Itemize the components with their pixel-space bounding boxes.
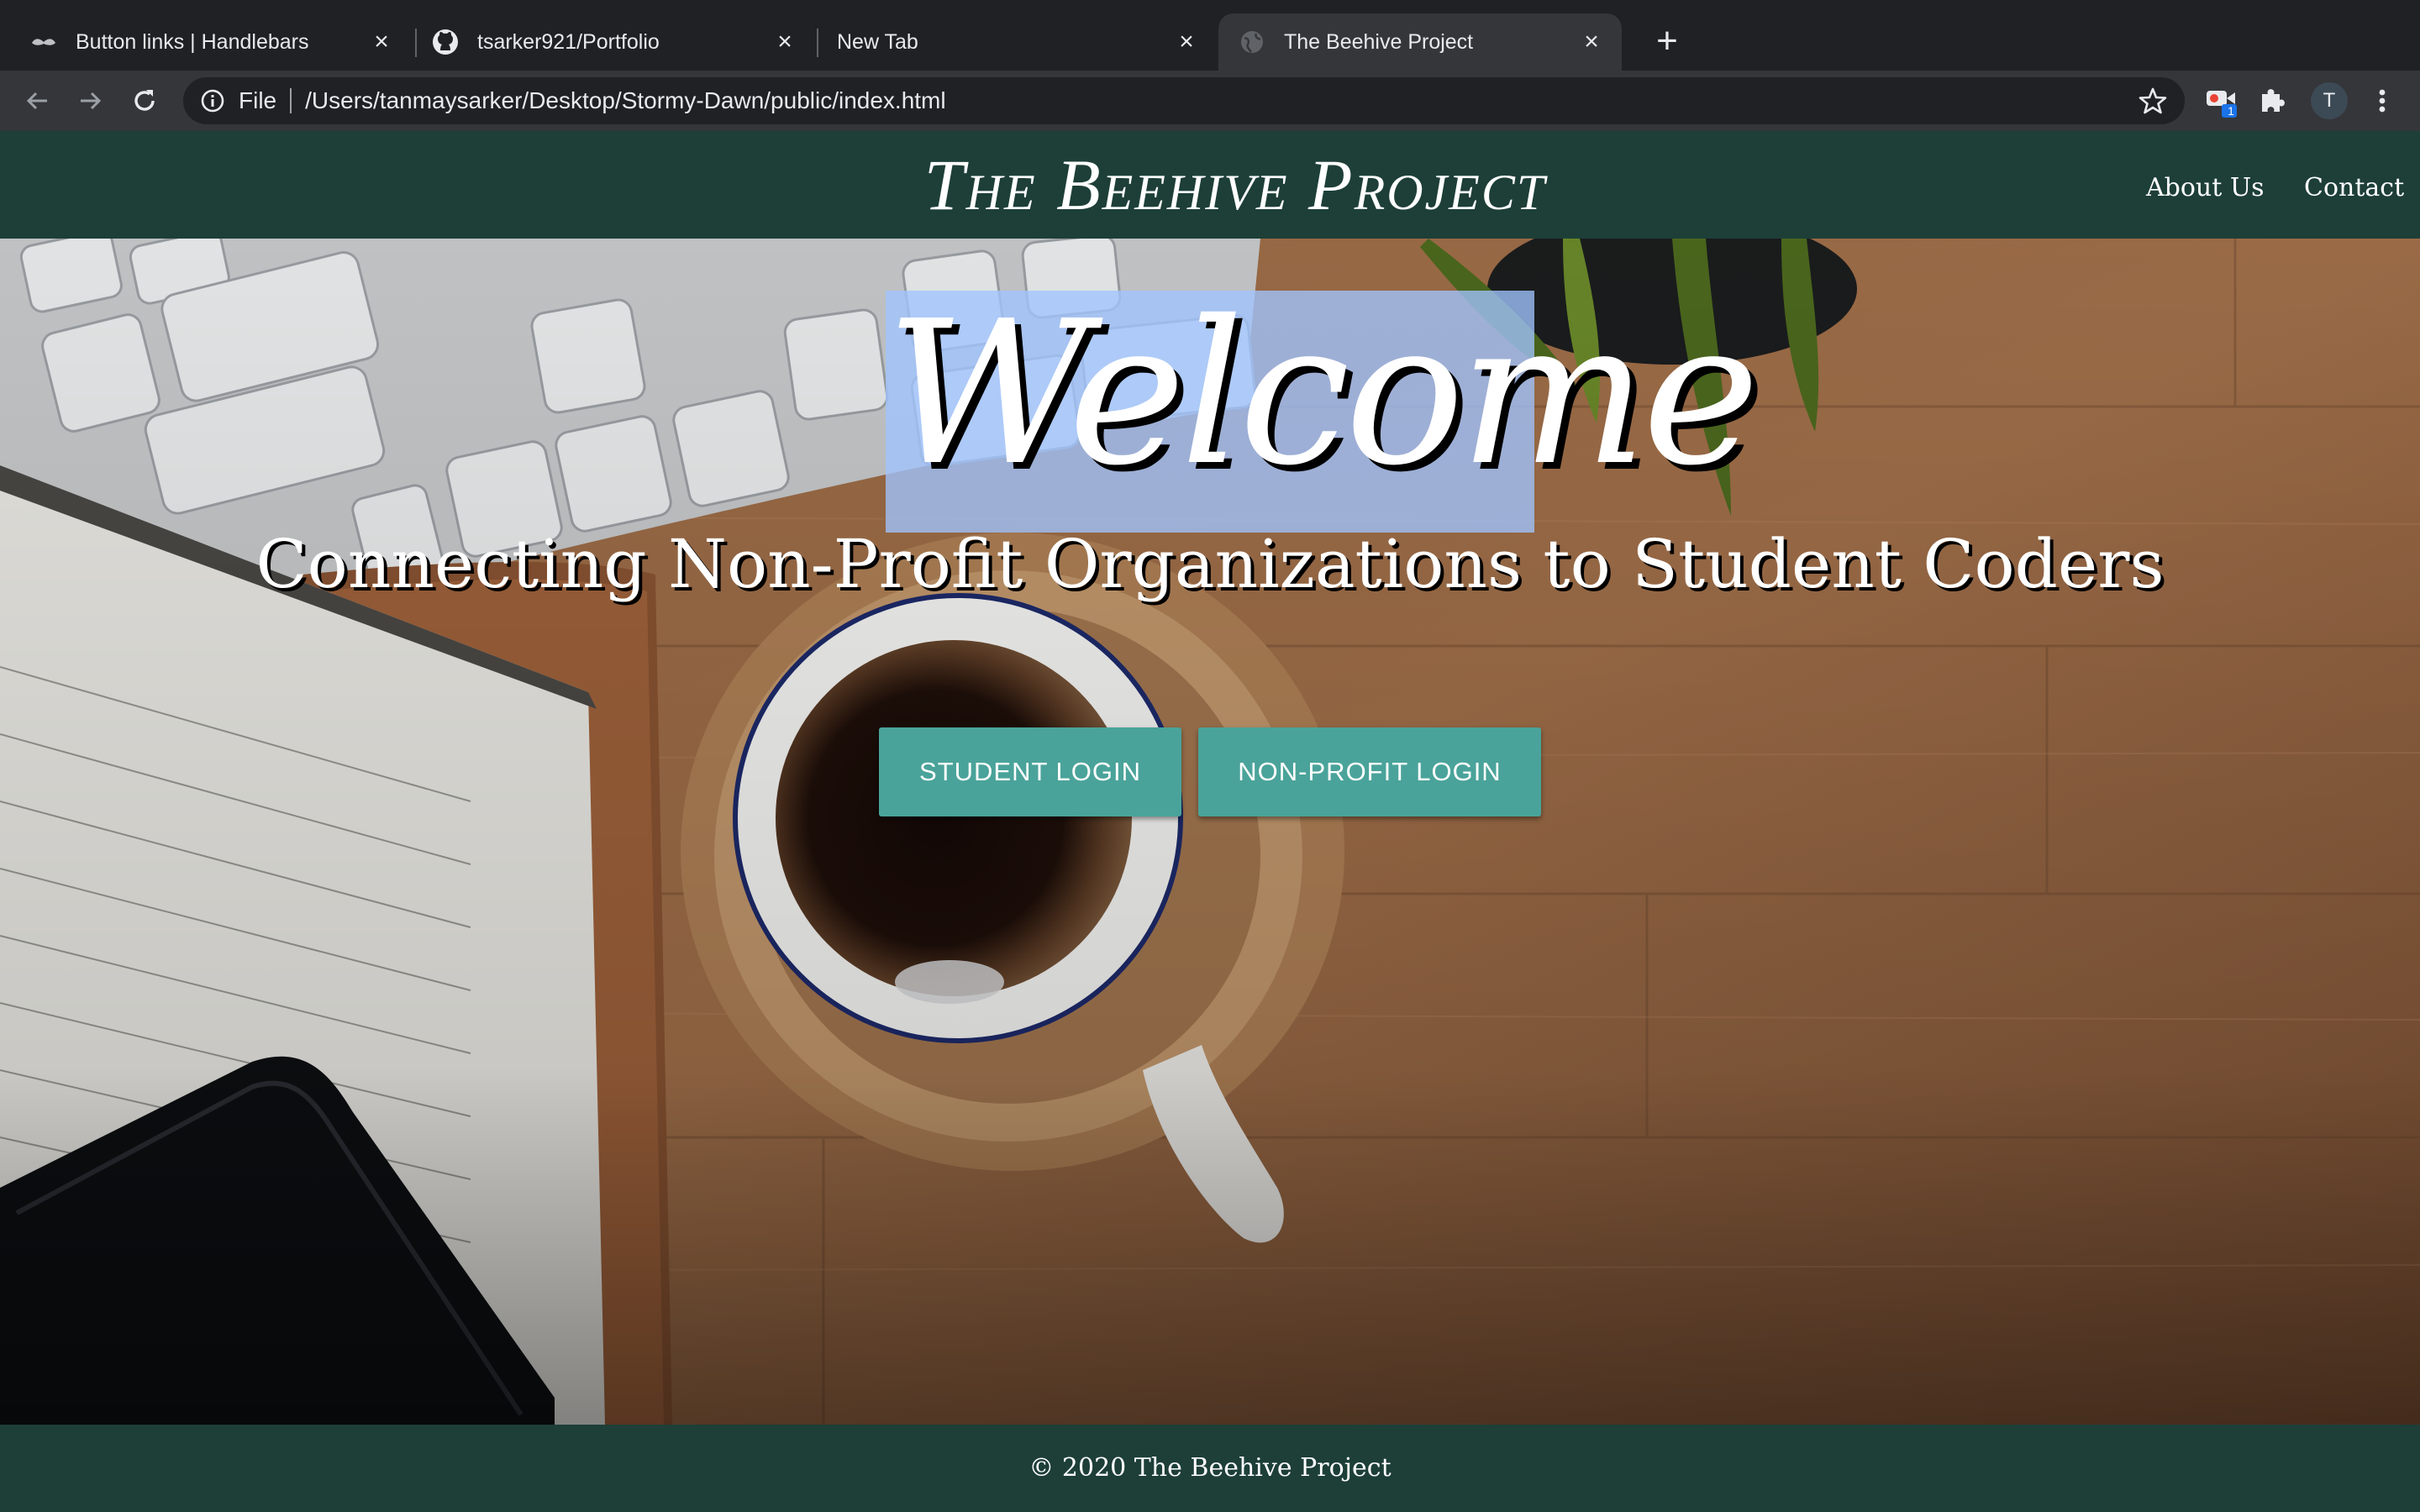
- reload-button[interactable]: [126, 82, 163, 119]
- hero-tagline: Connecting Non-Profit Organizations to S…: [255, 525, 2165, 603]
- bookmark-star-icon[interactable]: [2138, 86, 2168, 116]
- tab-portfolio[interactable]: tsarker921/Portfolio ×: [417, 13, 815, 71]
- forward-arrow-icon: [81, 92, 102, 110]
- kebab-menu-icon: [2379, 89, 2386, 113]
- url-scheme-label: File: [239, 87, 277, 113]
- forward-button[interactable]: [72, 82, 109, 119]
- site-brand-logo[interactable]: The Beehive Project: [865, 143, 1605, 227]
- github-icon: [432, 29, 459, 55]
- tab-close-button[interactable]: ×: [368, 29, 395, 55]
- nav-contact-link[interactable]: Contact: [2304, 173, 2404, 202]
- tab-title: Button links | Handlebars: [76, 29, 309, 54]
- tab-close-button[interactable]: ×: [771, 29, 798, 55]
- extension-badge: 1: [2228, 104, 2234, 118]
- nonprofit-login-button[interactable]: NON-PROFIT LOGIN: [1198, 727, 1541, 816]
- puzzle-icon: [2262, 89, 2285, 112]
- extension-button[interactable]: 1: [2205, 84, 2240, 119]
- tab-new-tab[interactable]: New Tab ×: [818, 13, 1217, 71]
- welcome-heading: Welcome: [886, 278, 1760, 509]
- extensions-menu-button[interactable]: [2257, 84, 2292, 119]
- tab-beehive-project[interactable]: The Beehive Project ×: [1218, 13, 1622, 71]
- site-footer: © 2020 The Beehive Project: [0, 1425, 2420, 1512]
- handlebars-mustache-icon: [30, 29, 57, 55]
- site-info-icon[interactable]: [198, 87, 227, 115]
- back-button[interactable]: [18, 82, 55, 119]
- browser-toolbar: File /Users/tanmaysarker/Desktop/Stormy-…: [0, 71, 2420, 131]
- footer-copyright: © 2020 The Beehive Project: [1028, 1453, 1392, 1483]
- url-text[interactable]: /Users/tanmaysarker/Desktop/Stormy-Dawn/…: [305, 87, 945, 114]
- back-arrow-icon: [26, 92, 47, 110]
- tab-title: New Tab: [837, 29, 918, 54]
- globe-icon: [1239, 29, 1265, 55]
- browser-menu-button[interactable]: [2370, 82, 2395, 119]
- web-page: The Beehive Project About Us Contact Wel…: [0, 131, 2420, 1512]
- profile-avatar[interactable]: T: [2311, 82, 2348, 119]
- reload-icon: [134, 90, 155, 111]
- site-navbar: The Beehive Project About Us Contact: [0, 131, 2420, 239]
- tab-handlebars[interactable]: Button links | Handlebars ×: [0, 13, 412, 71]
- tab-close-button[interactable]: ×: [1578, 29, 1605, 55]
- tab-title: The Beehive Project: [1284, 29, 1474, 54]
- new-tab-button[interactable]: +: [1644, 20, 1691, 64]
- tab-close-button[interactable]: ×: [1173, 29, 1200, 55]
- student-login-button[interactable]: STUDENT LOGIN: [879, 727, 1181, 816]
- hero-section: Welcome Connecting Non-Profit Organizati…: [0, 239, 2420, 1425]
- browser-tab-strip: Button links | Handlebars × tsarker921/P…: [0, 0, 2420, 71]
- nav-about-us-link[interactable]: About Us: [2146, 173, 2265, 202]
- tab-title: tsarker921/Portfolio: [477, 29, 660, 54]
- address-bar[interactable]: File /Users/tanmaysarker/Desktop/Stormy-…: [183, 77, 2185, 124]
- url-divider: [290, 88, 292, 113]
